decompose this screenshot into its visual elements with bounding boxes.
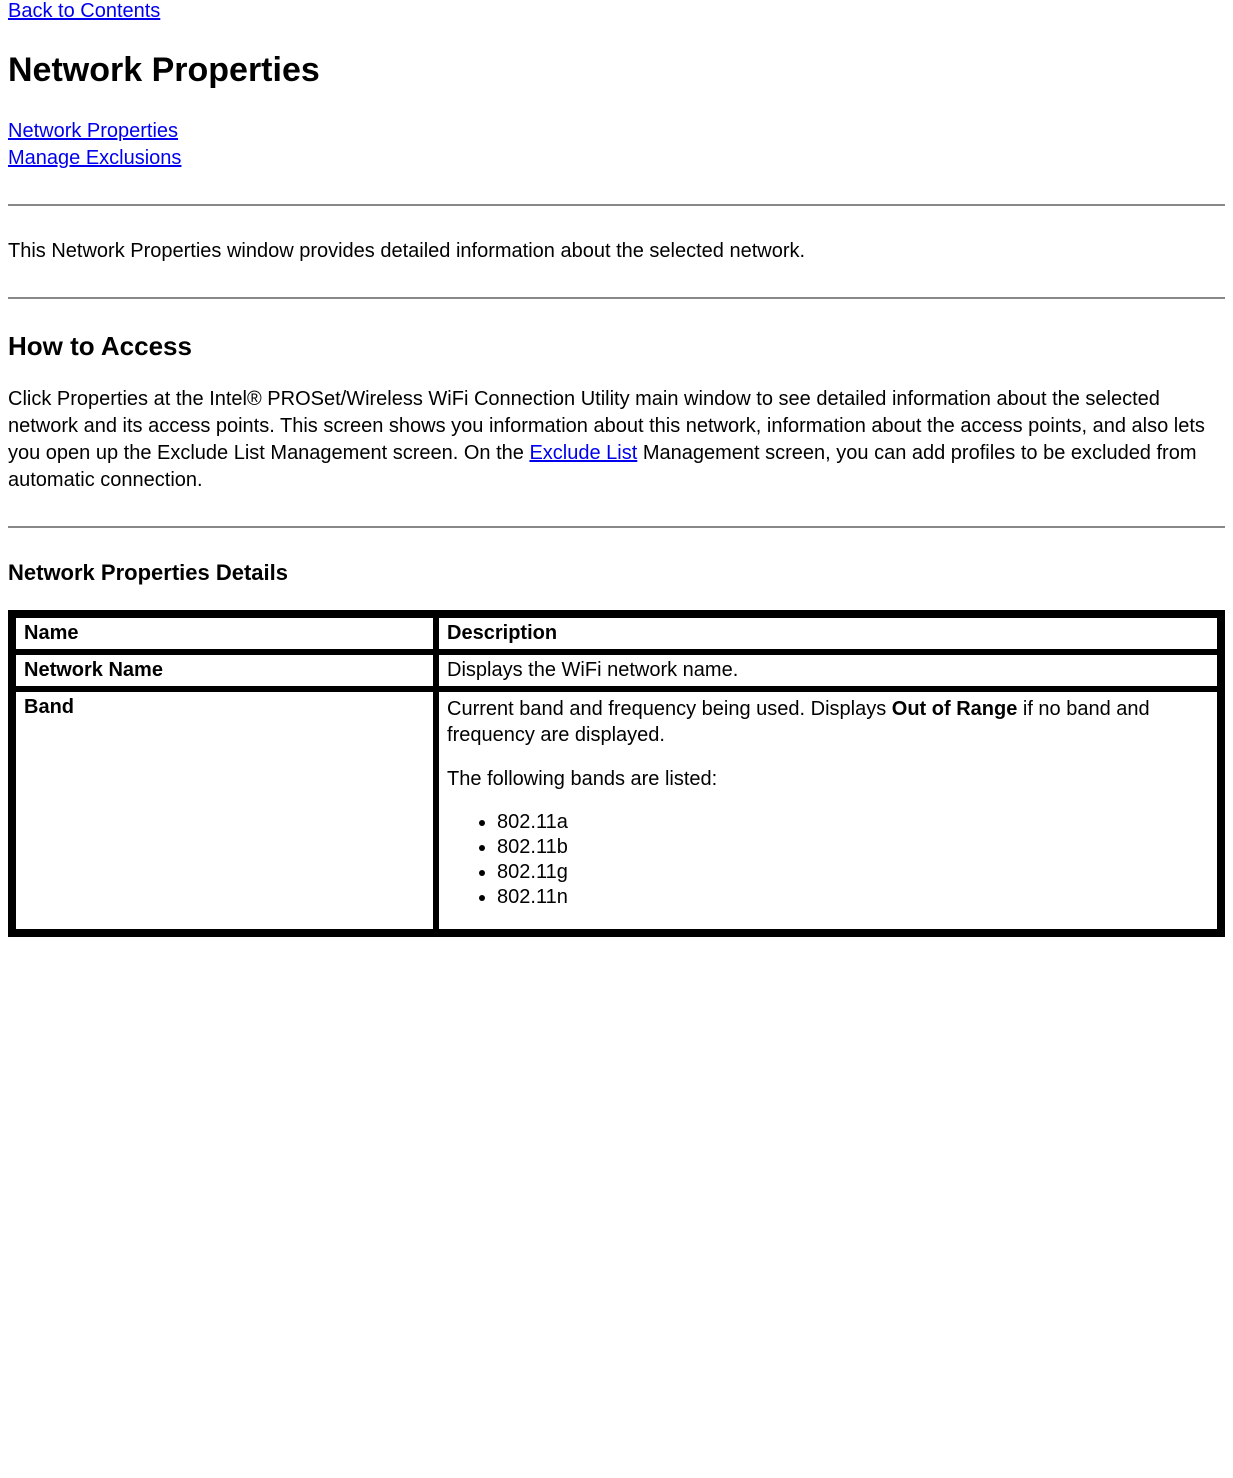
list-item: 802.11g	[497, 861, 1209, 884]
header-description: Description	[437, 616, 1219, 651]
band-list: 802.11a 802.11b 802.11g 802.11n	[447, 811, 1209, 909]
cell-network-name-desc: Displays the WiFi network name.	[437, 653, 1219, 688]
band-list-intro: The following bands are listed:	[447, 766, 1209, 793]
cell-band-desc: Current band and frequency being used. D…	[437, 690, 1219, 931]
list-item: 802.11n	[497, 886, 1209, 909]
page-title: Network Properties	[8, 51, 1225, 90]
cell-band-label: Band	[14, 690, 435, 931]
band-desc-before: Current band and frequency being used. D…	[447, 698, 892, 720]
nav-manage-exclusions-link[interactable]: Manage Exclusions	[8, 147, 181, 169]
table-row: Network Name Displays the WiFi network n…	[14, 653, 1219, 688]
cell-network-name-label: Network Name	[14, 653, 435, 688]
details-table: Name Description Network Name Displays t…	[8, 610, 1225, 937]
nav-links: Network Properties Manage Exclusions	[8, 118, 1225, 172]
table-row: Band Current band and frequency being us…	[14, 690, 1219, 931]
details-heading: Network Properties Details	[8, 560, 1225, 586]
how-to-access-heading: How to Access	[8, 331, 1225, 362]
exclude-list-link[interactable]: Exclude List	[529, 442, 637, 464]
list-item: 802.11b	[497, 836, 1209, 859]
intro-paragraph: This Network Properties window provides …	[8, 238, 1225, 265]
divider	[8, 526, 1225, 528]
divider	[8, 297, 1225, 299]
list-item: 802.11a	[497, 811, 1209, 834]
table-header-row: Name Description	[14, 616, 1219, 651]
band-desc-bold: Out of Range	[892, 698, 1018, 720]
back-to-contents-link[interactable]: Back to Contents	[8, 0, 160, 22]
divider	[8, 204, 1225, 206]
header-name: Name	[14, 616, 435, 651]
how-to-access-paragraph: Click Properties at the Intel® PROSet/Wi…	[8, 386, 1225, 494]
nav-network-properties-link[interactable]: Network Properties	[8, 120, 178, 142]
